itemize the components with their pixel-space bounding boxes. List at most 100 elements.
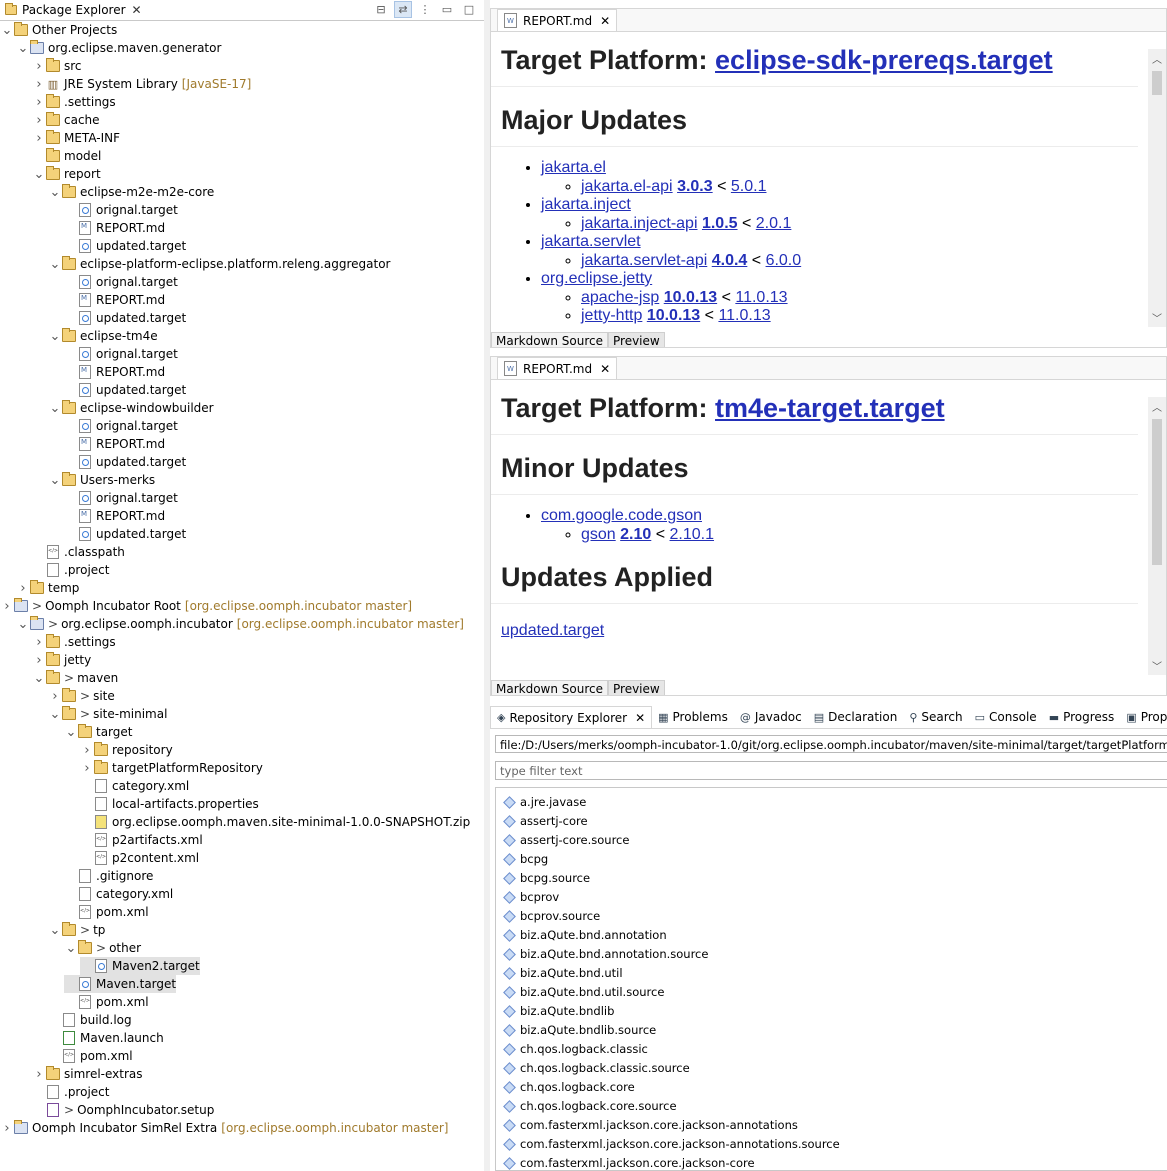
tree-item[interactable]: updated.target [64,453,186,471]
chevron-right-icon[interactable]: › [80,743,94,758]
tree-item[interactable]: pom.xml [64,903,149,921]
tree-item[interactable]: › simrel-extras [32,1065,143,1083]
tab-properties[interactable]: ▣Properties [1120,707,1167,728]
tree-item[interactable]: › repository [80,741,173,759]
tree-item[interactable]: ⌄ eclipse-platform-eclipse.platform.relen… [48,255,390,273]
tab-search[interactable]: ⚲ Search [903,707,968,728]
chevron-down-icon[interactable]: ⌄ [16,617,30,632]
repository-path-field[interactable]: file:/D:/Users/merks/oomph-incubator-1.0… [495,735,1167,753]
chevron-down-icon[interactable]: ⌄ [48,257,62,272]
link-with-editor-icon[interactable]: ⇄ [394,1,412,18]
list-item[interactable]: ch.qos.logback.core [502,1077,635,1096]
tree-item[interactable]: .gitignore [64,867,153,885]
list-item[interactable]: ch.qos.logback.core.source [502,1096,677,1115]
tree-item[interactable]: .project [32,561,109,579]
tree-item[interactable]: ⌄ Users-merks [48,471,155,489]
list-item[interactable]: a.jre.javase [502,792,586,811]
package-explorer-tab[interactable]: Package Explorer ✕ [0,0,148,20]
tree-item[interactable]: REPORT.md [64,219,165,237]
installable-units-list[interactable]: a.jre.javase assertj-core assertj-core.sou… [495,787,1167,1171]
tab-console[interactable]: ▭ Console [969,707,1043,728]
tree-item[interactable]: build.log [48,1011,132,1029]
scroll-thumb[interactable] [1152,419,1162,565]
tree-item[interactable]: › .settings [32,93,116,111]
new-version-link[interactable]: 2.10.1 [670,526,714,543]
markdown-source-tab[interactable]: Markdown Source [491,680,608,695]
tree-item[interactable]: ⌄ > site-minimal [48,705,167,723]
new-version-link[interactable]: 5.0.1 [731,178,767,195]
tab-problems[interactable]: ▦ Problems [652,707,734,728]
tree-item[interactable]: ⌄ org.eclipse.maven.generator [16,39,221,57]
chevron-down-icon[interactable]: ⌄ [64,941,78,956]
chevron-down-icon[interactable]: ⌄ [48,707,62,722]
list-item[interactable]: biz.aQute.bndlib.source [502,1020,656,1039]
tab-repository-explorer[interactable]: ◈ Repository Explorer ✕ [490,706,653,728]
list-item[interactable]: biz.aQute.bndlib [502,1001,614,1020]
markdown-source-tab[interactable]: Markdown Source [491,332,608,347]
close-icon[interactable]: ✕ [635,711,645,725]
chevron-right-icon[interactable]: › [48,689,62,704]
filter-input[interactable]: type filter text [495,761,1167,780]
list-item[interactable]: biz.aQute.bnd.annotation.source [502,944,708,963]
artifact-link[interactable]: jakarta.inject-api [581,215,698,232]
package-link[interactable]: jakarta.el [541,159,606,176]
chevron-right-icon[interactable]: › [32,95,46,110]
chevron-right-icon[interactable]: › [32,653,46,668]
tree-item[interactable]: REPORT.md [64,507,165,525]
list-item[interactable]: bcpg [502,849,548,868]
tree-item[interactable]: ⌄ eclipse-tm4e [48,327,158,345]
tree-item[interactable]: pom.xml [48,1047,133,1065]
chevron-down-icon[interactable]: ⌄ [48,329,62,344]
tree-item[interactable]: p2content.xml [80,849,199,867]
tree-item[interactable]: › jetty [32,651,91,669]
vertical-scrollbar[interactable]: ︿ ﹀ [1148,397,1166,675]
new-version-link[interactable]: 6.0.0 [766,252,802,269]
chevron-down-icon[interactable]: ⌄ [32,167,46,182]
list-item[interactable]: bcprov.source [502,906,600,925]
artifact-link[interactable]: apache-jsp [581,289,659,306]
chevron-right-icon[interactable]: › [80,761,94,776]
tree-item[interactable]: › src [32,57,82,75]
tree-item[interactable]: orignal.target [64,489,178,507]
chevron-down-icon[interactable]: ⌄ [48,185,62,200]
tree-item[interactable]: org.eclipse.oomph.maven.site-minimal-1.0… [80,813,470,831]
tree-item[interactable]: updated.target [64,237,186,255]
chevron-down-icon[interactable]: ⌄ [48,401,62,416]
artifact-link[interactable]: jetty-http [581,307,642,324]
artifact-link[interactable]: jakarta.servlet-api [581,252,707,269]
tree-item[interactable]: ⌄ > other [64,939,141,957]
current-version-link[interactable]: 1.0.5 [702,215,738,232]
current-version-link[interactable]: 2.10 [620,526,651,543]
tab-javadoc[interactable]: @ Javadoc [734,707,808,728]
tree-item[interactable]: ⌄ > org.eclipse.oomph.incubator [org.eclips… [16,615,464,633]
tree-item[interactable]: .classpath [32,543,125,561]
current-version-link[interactable]: 10.0.13 [647,307,700,324]
tree-item[interactable]: orignal.target [64,273,178,291]
chevron-down-icon[interactable]: ⌄ [32,671,46,686]
artifact-link[interactable]: gson [581,526,616,543]
tree-item[interactable]: > OomphIncubator.setup [32,1101,214,1119]
tree-item[interactable]: ⌄ report [32,165,101,183]
chevron-down-icon[interactable]: ⌄ [48,923,62,938]
close-icon[interactable]: ✕ [600,362,610,376]
chevron-right-icon[interactable]: › [32,77,46,92]
tree-item[interactable]: Maven2.target [80,957,200,975]
tree-item[interactable]: orignal.target [64,201,178,219]
list-item[interactable]: bcprov [502,887,559,906]
tree-item[interactable]: updated.target [64,381,186,399]
maximize-icon[interactable]: □ [460,1,478,18]
chevron-down-icon[interactable]: ⌄ [0,23,14,38]
tree-item[interactable]: › ▥ JRE System Library [JavaSE-17] [32,75,251,93]
tree-item[interactable]: REPORT.md [64,291,165,309]
editor-tab-report[interactable]: W REPORT.md ✕ [497,9,618,31]
chevron-right-icon[interactable]: › [32,1067,46,1082]
target-link[interactable]: eclipse-sdk-prereqs.target [715,45,1053,75]
chevron-right-icon[interactable]: › [16,581,30,596]
target-link[interactable]: tm4e-target.target [715,393,945,423]
package-link[interactable]: jakarta.inject [541,196,631,213]
tree-item[interactable]: model [32,147,101,165]
list-item[interactable]: com.fasterxml.jackson.core.jackson-core [502,1153,755,1170]
tree-item[interactable]: ⌄ > tp [48,921,105,939]
list-item[interactable]: assertj-core.source [502,830,629,849]
scroll-down-icon[interactable]: ﹀ [1148,310,1166,325]
